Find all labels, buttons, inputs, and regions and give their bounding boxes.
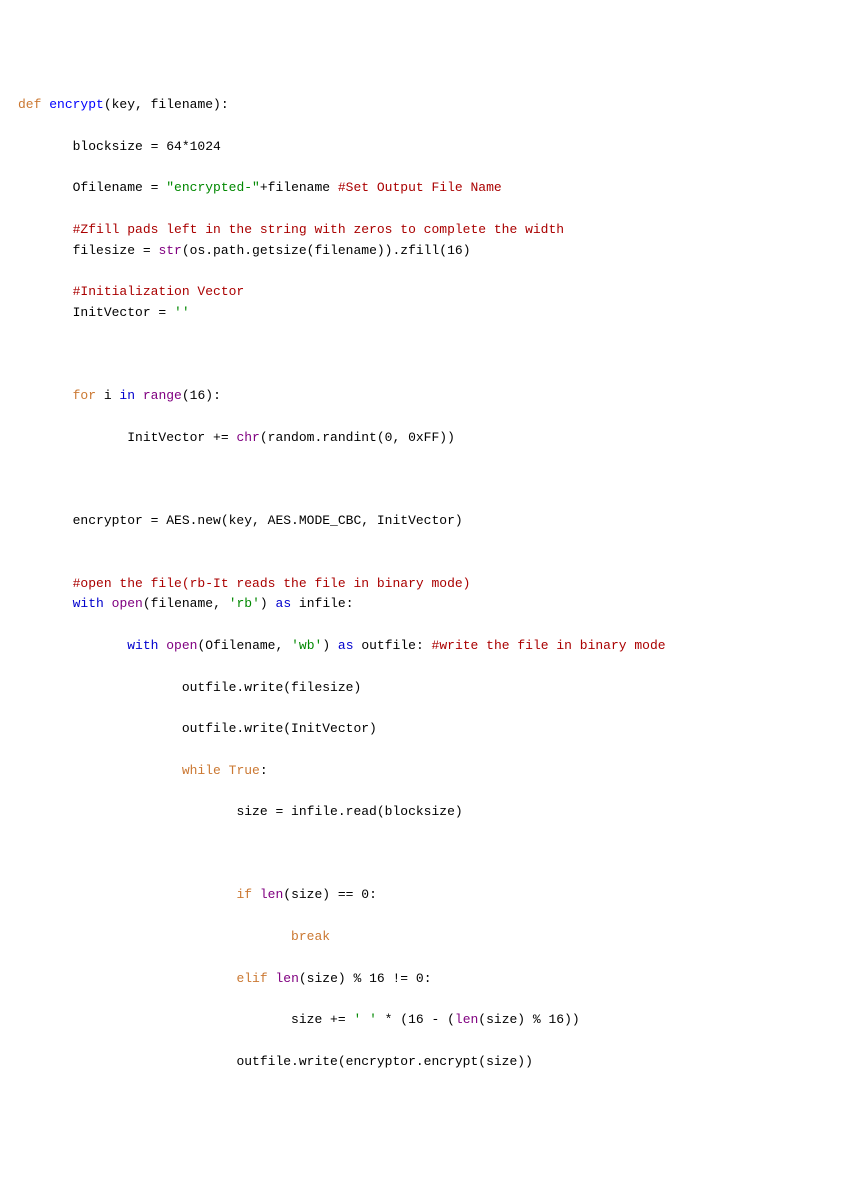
keyword-as: as	[338, 638, 354, 653]
line-write-encrypt: outfile.write(encryptor.encrypt(size))	[236, 1054, 532, 1069]
code-block: def encrypt(key, filename): blocksize = …	[18, 95, 850, 1072]
plain: (16):	[182, 388, 221, 403]
func-name: encrypt	[49, 97, 104, 112]
string: "encrypted-"	[166, 180, 260, 195]
plain: +filename	[260, 180, 338, 195]
line-filesize: filesize =	[73, 243, 159, 258]
plain: (size) % 16 != 0:	[299, 971, 432, 986]
plain: infile:	[291, 596, 353, 611]
keyword-elif: elif	[236, 971, 267, 986]
plain: outfile:	[354, 638, 432, 653]
keyword-true: True	[229, 763, 260, 778]
string-wb: 'wb'	[291, 638, 322, 653]
string-empty: ''	[174, 305, 190, 320]
line-encryptor: encryptor = AES.new(key, AES.MODE_CBC, I…	[73, 513, 463, 528]
line-ofilename: Ofilename =	[73, 180, 167, 195]
line-write-filesize: outfile.write(filesize)	[182, 680, 361, 695]
line-size-pad: size +=	[291, 1012, 353, 1027]
string-rb: 'rb'	[229, 596, 260, 611]
plain: * (16 - (	[377, 1012, 455, 1027]
plain: (random.randint(0, 0xFF))	[260, 430, 455, 445]
builtin-range: range	[143, 388, 182, 403]
line-write-iv: outfile.write(InitVector)	[182, 721, 377, 736]
comment-open: #open the file(rb-It reads the file in b…	[73, 576, 471, 591]
comment-iv: #Initialization Vector	[73, 284, 245, 299]
line-blocksize: blocksize = 64*1024	[73, 139, 221, 154]
plain: (os.path.getsize(filename)).zfill(16)	[182, 243, 471, 258]
keyword-with: with	[73, 596, 104, 611]
line-iv-append: InitVector +=	[127, 430, 236, 445]
keyword-with: with	[127, 638, 158, 653]
plain: )	[322, 638, 338, 653]
plain: (size) % 16))	[478, 1012, 579, 1027]
line-size-read: size = infile.read(blocksize)	[236, 804, 462, 819]
builtin-chr: chr	[236, 430, 259, 445]
comment-write: #write the file in binary mode	[432, 638, 666, 653]
keyword-in: in	[119, 388, 135, 403]
plain: (filename,	[143, 596, 229, 611]
keyword-as: as	[276, 596, 292, 611]
plain: i	[96, 388, 119, 403]
plain: (size) == 0:	[283, 887, 377, 902]
keyword-break: break	[291, 929, 330, 944]
line-initvector: InitVector =	[73, 305, 174, 320]
keyword-while: while	[182, 763, 221, 778]
signature: (key, filename):	[104, 97, 229, 112]
colon: :	[260, 763, 268, 778]
plain: )	[260, 596, 276, 611]
keyword-for: for	[73, 388, 96, 403]
builtin-open: open	[112, 596, 143, 611]
comment: #Set Output File Name	[338, 180, 502, 195]
builtin-str: str	[158, 243, 181, 258]
builtin-open: open	[166, 638, 197, 653]
keyword-if: if	[236, 887, 252, 902]
plain: (Ofilename,	[197, 638, 291, 653]
comment-zfill: #Zfill pads left in the string with zero…	[73, 222, 564, 237]
builtin-len: len	[275, 971, 298, 986]
builtin-len: len	[455, 1012, 478, 1027]
builtin-len: len	[260, 887, 283, 902]
string-space: ' '	[353, 1012, 376, 1027]
keyword-def: def	[18, 97, 41, 112]
